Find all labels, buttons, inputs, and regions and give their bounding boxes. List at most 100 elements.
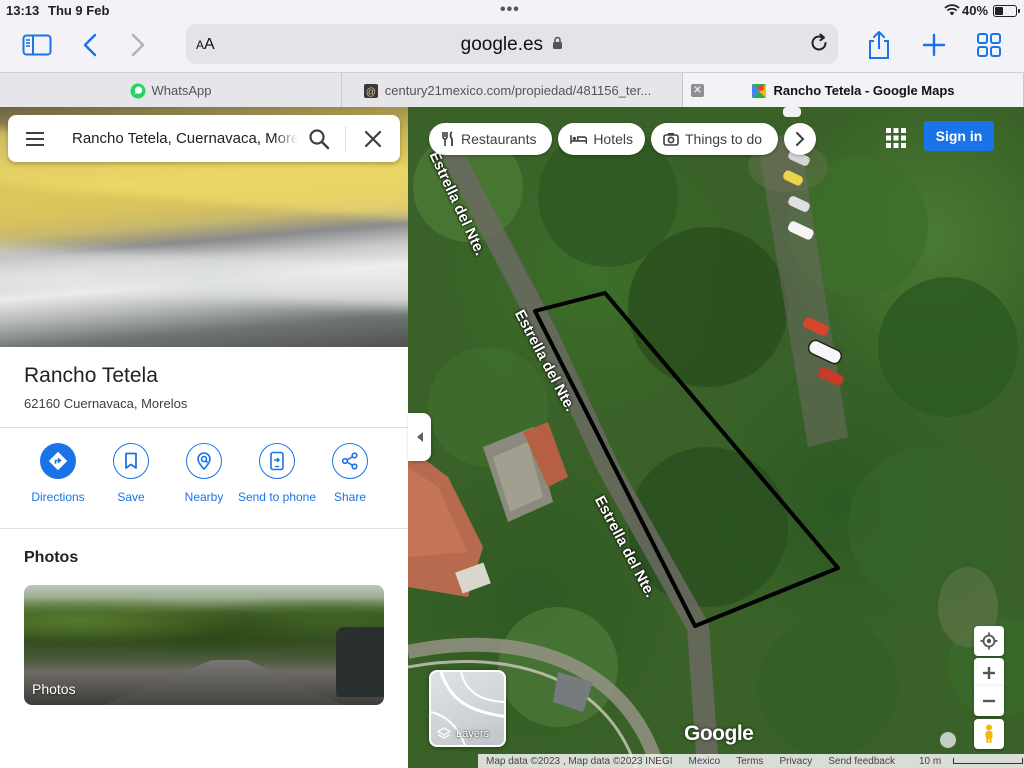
status-bar: 13:13 Thu 9 Feb ••• 40% [0, 0, 1024, 22]
caret-left-icon [416, 432, 423, 442]
photo-trees [24, 593, 384, 663]
map-attribution: Map data ©2023 , Map data ©2023 INEGI Me… [478, 754, 1024, 768]
scale-indicator[interactable]: 10 m [903, 756, 1024, 767]
tab-google-maps[interactable]: ✕ Rancho Tetela - Google Maps [683, 73, 1024, 108]
tab-title: century21mexico.com/propiedad/481156_ter… [384, 83, 652, 98]
menu-icon[interactable] [22, 128, 48, 150]
url-text: google.es [460, 34, 544, 56]
layers-label-row: Layers [437, 727, 489, 741]
photo-car [336, 627, 384, 697]
search-input[interactable]: Rancho Tetela, Cuernavaca, Morelos [72, 130, 298, 147]
chip-hotels[interactable]: Hotels [558, 123, 645, 155]
tab-bar: WhatsApp @ century21mexico.com/propiedad… [0, 72, 1024, 108]
send-feedback-link[interactable]: Send feedback [820, 756, 903, 767]
share-button[interactable]: Share [310, 443, 390, 505]
place-title: Rancho Tetela [24, 364, 158, 387]
lock-icon [552, 34, 563, 56]
directions-button[interactable]: Directions [18, 443, 98, 505]
search-icon[interactable] [306, 126, 332, 152]
camera-icon [663, 133, 679, 146]
action-label: Save [117, 490, 145, 504]
close-tab-icon[interactable]: ✕ [691, 84, 704, 97]
directions-icon [40, 443, 76, 479]
zoom-in-button[interactable] [974, 658, 1004, 688]
chevron-right-icon [796, 132, 805, 146]
region-link[interactable]: Mexico [681, 756, 729, 767]
layers-icon [437, 727, 451, 739]
century21-icon: @ [363, 83, 378, 98]
action-label: Directions [31, 490, 85, 504]
chip-label: Hotels [593, 131, 633, 147]
map-data-credit: Map data ©2023 , Map data ©2023 INEGI [486, 755, 673, 767]
satellite-map[interactable]: Estrella del Nte. Estrella del Nte. Estr… [408, 107, 1024, 768]
action-label: Share [333, 490, 367, 504]
photos-card[interactable]: Photos [24, 585, 384, 705]
tab-title: Rancho Tetela - Google Maps [773, 83, 955, 98]
place-panel: Rancho Tetela, Cuernavaca, Morelos Ranch… [0, 107, 408, 768]
plus-icon [983, 667, 995, 679]
share-sheet-icon[interactable] [862, 30, 896, 60]
svg-text:@: @ [366, 87, 376, 98]
search-box[interactable]: Rancho Tetela, Cuernavaca, Morelos [8, 115, 400, 162]
action-label: Nearby [184, 490, 224, 504]
photo-road [104, 660, 344, 705]
chip-things-to-do[interactable]: Things to do [651, 123, 778, 155]
sidebar-toggle-icon[interactable] [20, 30, 54, 60]
photos-card-caption: Photos [32, 681, 76, 697]
chip-label: Things to do [685, 131, 763, 147]
my-location-icon [980, 632, 998, 650]
new-tab-icon[interactable] [917, 30, 951, 60]
nearby-button[interactable]: Nearby [164, 443, 244, 505]
share-icon [332, 443, 368, 479]
battery-level [995, 7, 1003, 15]
chips-next-button[interactable] [784, 123, 816, 155]
multitasking-dots-icon[interactable]: ••• [500, 1, 520, 19]
reload-icon[interactable] [808, 32, 830, 59]
layers-button[interactable]: Layers [429, 670, 506, 747]
pegman-icon [985, 724, 993, 743]
wifi-icon [944, 4, 960, 19]
battery-icon [993, 5, 1020, 17]
google-apps-icon[interactable] [885, 127, 907, 149]
whatsapp-icon [130, 83, 145, 98]
collapse-panel-button[interactable] [408, 413, 431, 461]
tab-overview-icon[interactable] [972, 30, 1006, 60]
photos-heading: Photos [24, 549, 79, 566]
action-label: Send to phone [237, 490, 317, 504]
divider [0, 427, 408, 428]
privacy-link[interactable]: Privacy [771, 756, 820, 767]
safari-toolbar: AA google.es [0, 22, 1024, 72]
sign-in-button[interactable]: Sign in [924, 121, 994, 151]
tab-whatsapp[interactable]: WhatsApp [0, 73, 342, 108]
status-time: 13:13 [6, 3, 40, 18]
status-date: Thu 9 Feb [48, 3, 110, 18]
address-bar[interactable]: AA google.es [186, 24, 838, 64]
street-view-pegman[interactable] [974, 719, 1004, 749]
hotel-icon [570, 135, 588, 144]
chip-restaurants[interactable]: Restaurants [429, 123, 552, 155]
back-arrow-icon[interactable] [73, 30, 107, 60]
scale-label: 10 m [918, 755, 942, 767]
close-icon[interactable] [360, 126, 386, 152]
maps-page: Estrella del Nte. Estrella del Nte. Estr… [0, 107, 1024, 768]
minus-icon [983, 699, 995, 703]
send-to-phone-button[interactable]: Send to phone [237, 443, 317, 505]
url-display: google.es [186, 34, 838, 56]
google-logo: Google [684, 722, 754, 745]
layers-label: Layers [456, 728, 490, 740]
search-divider [345, 126, 346, 152]
bookmark-icon [113, 443, 149, 479]
battery-percent: 40% [962, 3, 989, 18]
terms-link[interactable]: Terms [728, 756, 771, 767]
my-location-button[interactable] [974, 626, 1004, 656]
tab-century21[interactable]: @ century21mexico.com/propiedad/481156_t… [342, 73, 683, 108]
restaurant-icon [442, 131, 453, 146]
tab-title: WhatsApp [151, 83, 212, 98]
zoom-out-button[interactable] [974, 686, 1004, 716]
scale-bar [953, 757, 1024, 764]
place-address: 62160 Cuernavaca, Morelos [24, 396, 188, 411]
divider [0, 528, 408, 529]
place-actions: Directions Save Nearby Send to phone Sha… [0, 443, 408, 533]
forward-arrow-icon[interactable] [121, 30, 155, 60]
save-button[interactable]: Save [91, 443, 171, 505]
